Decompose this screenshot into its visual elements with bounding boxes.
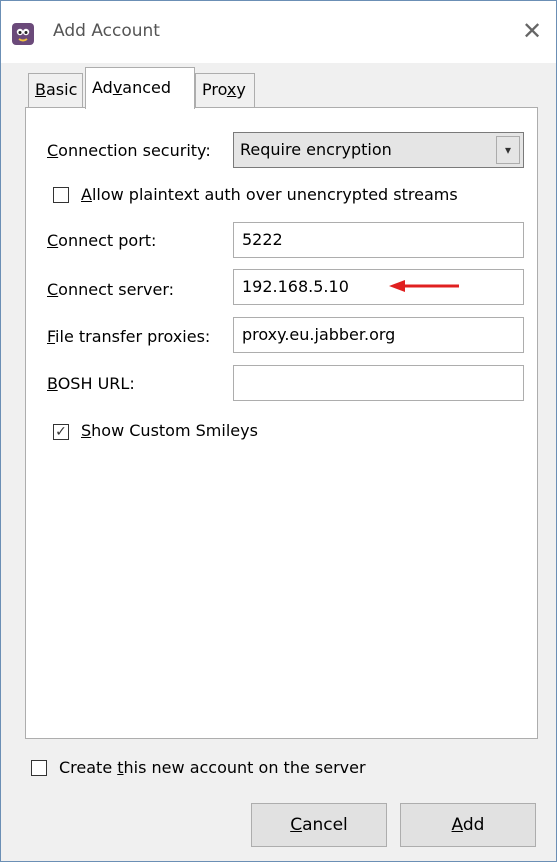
tab-basic[interactable]: Basic — [28, 73, 83, 107]
cancel-button[interactable]: Cancel — [251, 803, 387, 847]
tab-proxy[interactable]: Proxy — [195, 73, 255, 107]
create-account-label[interactable]: Create this new account on the server — [59, 758, 366, 777]
connect-port-input[interactable]: 5222 — [233, 222, 524, 258]
connect-server-input[interactable]: 192.168.5.10 — [233, 269, 524, 305]
window-title: Add Account — [53, 21, 160, 41]
show-custom-smileys-checkbox[interactable]: ✓ — [53, 424, 69, 440]
chevron-down-icon[interactable]: ▾ — [496, 136, 520, 164]
connection-security-label: Connection security: — [47, 141, 211, 160]
tab-advanced[interactable]: Advanced — [85, 67, 195, 109]
bosh-url-input[interactable] — [233, 365, 524, 401]
allow-plaintext-checkbox[interactable] — [53, 187, 69, 203]
bosh-url-label: BOSH URL: — [47, 374, 135, 393]
show-custom-smileys-label[interactable]: Show Custom Smileys — [81, 421, 258, 440]
allow-plaintext-label[interactable]: Allow plaintext auth over unencrypted st… — [81, 185, 458, 204]
connection-security-select[interactable]: Require encryption ▾ — [233, 132, 524, 168]
connect-port-label: Connect port: — [47, 231, 157, 250]
red-arrow-annotation-icon — [389, 280, 459, 292]
add-button[interactable]: Add — [400, 803, 536, 847]
close-icon[interactable]: ✕ — [520, 19, 544, 43]
connection-security-value: Require encryption — [240, 140, 392, 159]
pidgin-app-icon — [12, 23, 34, 45]
file-transfer-proxies-input[interactable]: proxy.eu.jabber.org — [233, 317, 524, 353]
connect-server-label: Connect server: — [47, 280, 174, 299]
create-account-checkbox[interactable] — [31, 760, 47, 776]
title-bar: Add Account ✕ — [1, 1, 556, 63]
file-transfer-proxies-label: File transfer proxies: — [47, 327, 211, 346]
add-account-window: Add Account ✕ Basic Advanced Proxy Conne… — [0, 0, 557, 862]
